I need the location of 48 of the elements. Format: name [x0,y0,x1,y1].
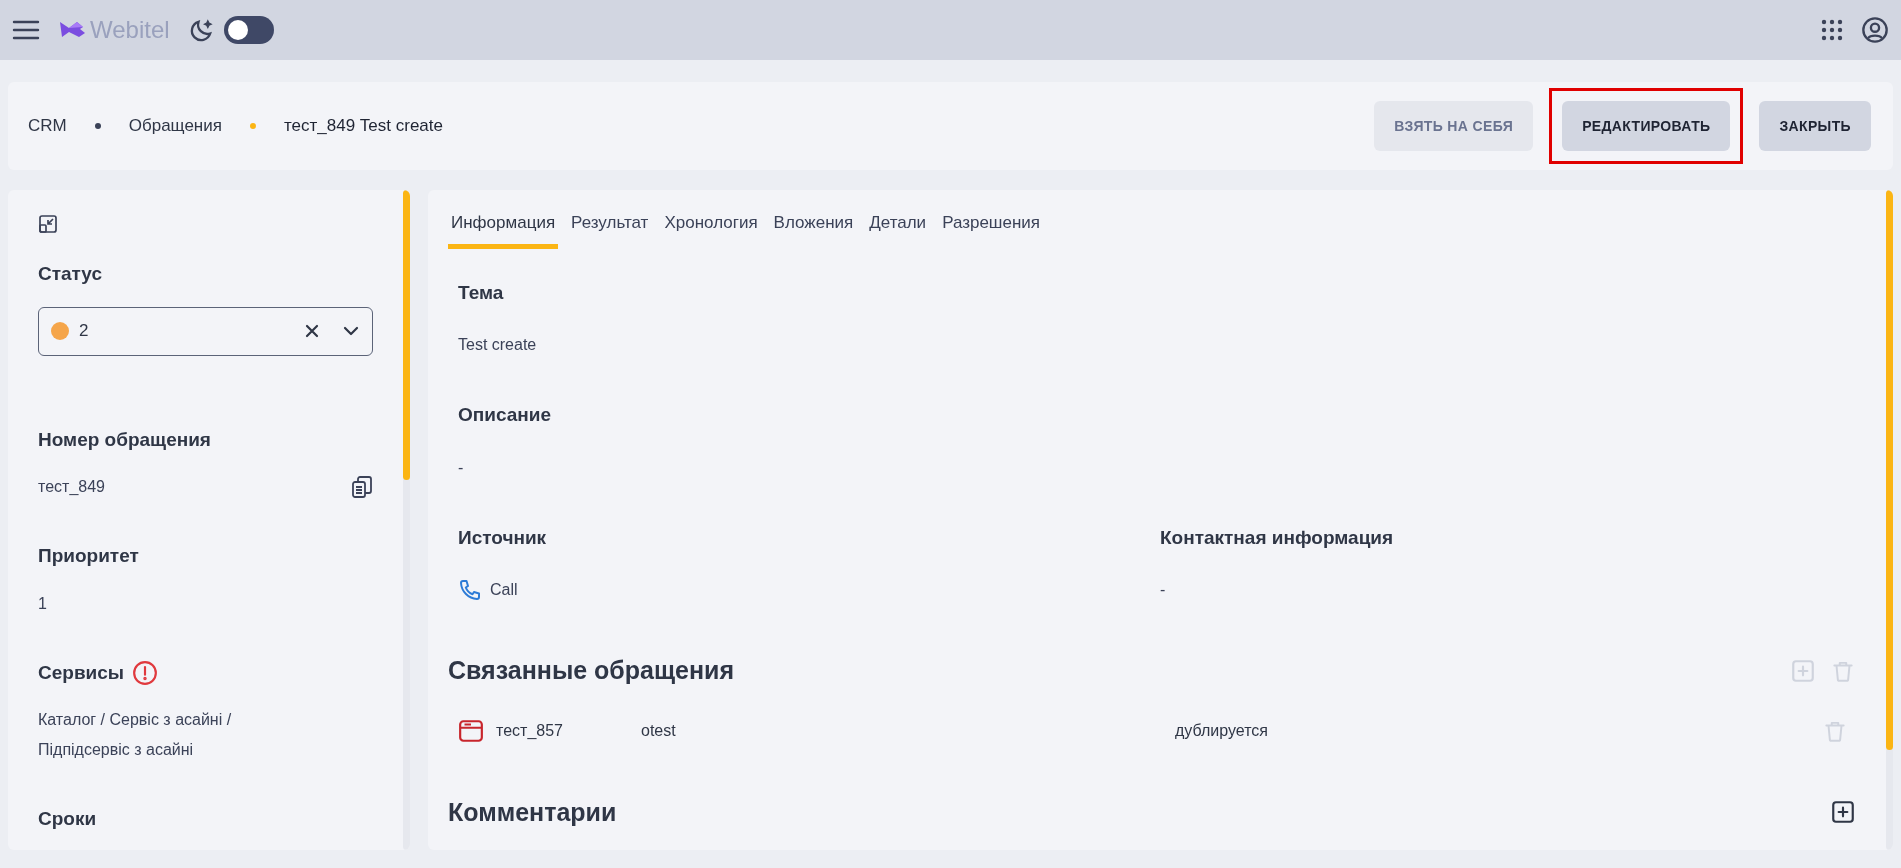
related-number[interactable]: тест_857 [496,718,641,743]
breadcrumb-link[interactable]: тест_849 Test create [283,113,443,139]
add-comment-icon[interactable] [1830,799,1856,826]
field-value: Каталог / Сервіс з асайні / Підпідсервіс з асайні [38,710,233,760]
field-label: Сроки [38,807,97,831]
field-value: Test create [458,335,537,355]
scrollbar-thumb[interactable] [1886,190,1893,750]
menu-icon[interactable] [12,19,40,41]
field-label: Источник [458,525,548,550]
action-button[interactable]: РЕДАКТИРОВАТЬ [1562,101,1731,151]
warning-icon [132,659,159,686]
breadcrumb-link[interactable]: Обращения [128,113,222,139]
field-label: Номер обращения [38,427,211,452]
field-value: тест_849 [38,477,105,497]
related-title: otest [641,720,677,741]
field-value: - [458,457,464,478]
field-label: Описание [458,403,553,427]
tab[interactable]: Хронология [661,210,761,249]
field-value: 1 [38,593,47,614]
status-select[interactable]: 2 [38,306,373,356]
tab[interactable]: Информация [448,210,559,249]
field-label: Контактная информация [1160,525,1395,550]
section-title: Комментарии [448,796,617,828]
breadcrumb-link[interactable]: CRM [28,113,67,139]
clear-icon[interactable] [304,323,320,339]
action-button[interactable]: ЗАКРЫТЬ [1759,101,1871,151]
scrollbar-thumb[interactable] [403,190,410,480]
phone-icon [458,578,482,602]
folder-icon [458,717,484,744]
tab[interactable]: Вложения [770,210,857,249]
section-title: Связанные обращения [448,655,735,686]
status-value: 2 [79,320,90,343]
copy-icon[interactable] [351,475,373,499]
relation-type: дублируется [1175,720,1269,741]
field-value: - [1160,580,1166,600]
user-avatar-icon[interactable] [1861,16,1889,44]
apps-grid-icon[interactable] [1821,19,1843,41]
dark-mode-toggle[interactable] [223,16,274,44]
field-label: Приоритет [38,544,139,568]
tab[interactable]: Разрешения [939,210,1044,249]
logo-text: Webitel [90,15,170,45]
collapse-icon[interactable] [38,214,58,234]
field-value: Call [490,580,518,600]
field-label: Сервисы [38,660,125,685]
tab[interactable]: Результат [568,210,652,249]
field-label: Тема [458,280,505,305]
tab[interactable]: Детали [866,210,930,249]
field-label: Статус [38,262,104,286]
